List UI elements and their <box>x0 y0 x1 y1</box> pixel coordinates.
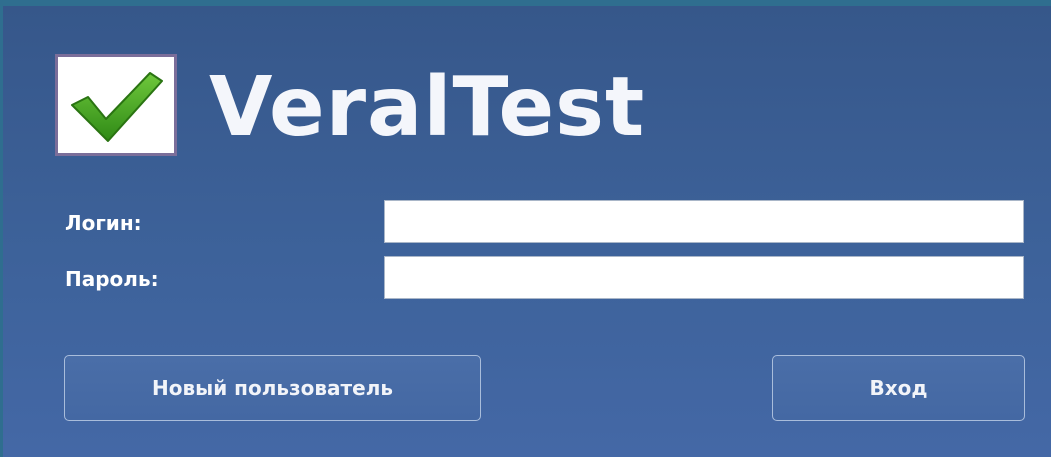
app-logo <box>55 54 177 156</box>
login-input[interactable] <box>384 200 1024 243</box>
password-label: Пароль: <box>65 267 159 291</box>
checkmark-icon <box>71 72 163 142</box>
password-input[interactable] <box>384 256 1024 299</box>
login-button[interactable]: Вход <box>772 355 1025 421</box>
app-title: VeralTest <box>209 60 646 155</box>
new-user-button[interactable]: Новый пользователь <box>64 355 481 421</box>
login-window: VeralTest Логин: Пароль: Новый пользоват… <box>0 0 1051 457</box>
login-label: Логин: <box>65 211 142 235</box>
